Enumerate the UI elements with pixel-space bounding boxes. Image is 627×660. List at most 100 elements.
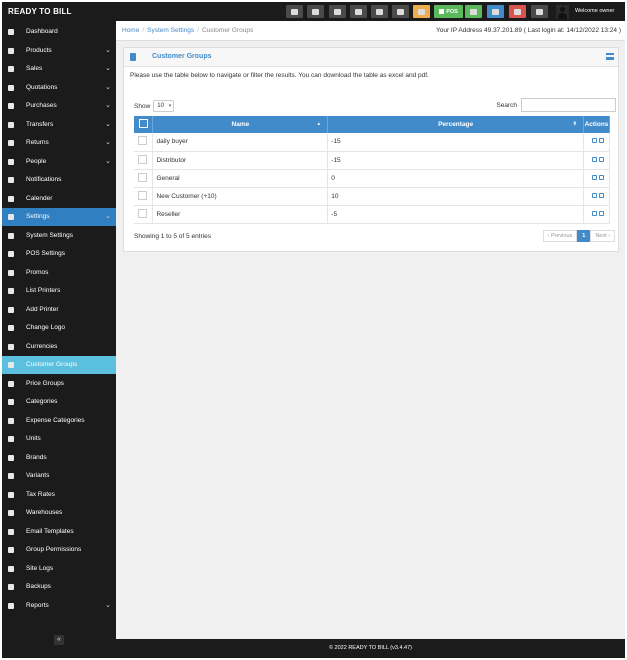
group-name-cell: Reseller bbox=[152, 205, 329, 224]
sidebar-item-system-settings[interactable]: System Settings bbox=[2, 227, 116, 245]
page-size-select[interactable]: 10 ▾ bbox=[153, 100, 175, 112]
sidebar-item-returns[interactable]: Returns ⌄ bbox=[2, 134, 116, 152]
alerts-shortcut[interactable] bbox=[413, 5, 430, 18]
sidebar-item-list-printers[interactable]: List Printers bbox=[2, 282, 116, 300]
sidebar-item-purchases[interactable]: Purchases ⌄ bbox=[2, 97, 116, 115]
language-shortcut[interactable] bbox=[392, 5, 409, 18]
pos-button[interactable]: POS bbox=[434, 5, 463, 18]
sidebar-item-backups[interactable]: Backups bbox=[2, 578, 116, 596]
panel-menu-icon[interactable] bbox=[606, 53, 614, 60]
sidebar-item-transfers[interactable]: Transfers ⌄ bbox=[2, 116, 116, 134]
sidebar-item-pos-settings[interactable]: POS Settings bbox=[2, 245, 116, 263]
sidebar-item-sales[interactable]: Sales ⌄ bbox=[2, 60, 116, 78]
calendar-shortcut[interactable] bbox=[350, 5, 367, 18]
page-title: Customer Groups bbox=[152, 53, 212, 60]
sidebar-item-tax-rates[interactable]: Tax Rates bbox=[2, 486, 116, 504]
sidebar-item-label: Purchases bbox=[26, 102, 57, 109]
brand-logo[interactable]: READY TO BILL bbox=[8, 7, 72, 16]
sidebar-item-calender[interactable]: Calender bbox=[2, 190, 116, 208]
sidebar-item-price-groups[interactable]: Price Groups bbox=[2, 375, 116, 393]
search-input[interactable] bbox=[521, 98, 616, 112]
collapse-sidebar-button[interactable]: « bbox=[54, 635, 64, 645]
sidebar-item-people[interactable]: People ⌄ bbox=[2, 153, 116, 171]
sidebar-item-dashboard[interactable]: Dashboard bbox=[2, 23, 116, 41]
row-checkbox[interactable] bbox=[138, 136, 147, 146]
sidebar-item-warehouses[interactable]: Warehouses bbox=[2, 504, 116, 522]
edit-icon[interactable] bbox=[591, 192, 597, 198]
sidebar-item-products[interactable]: Products ⌄ bbox=[2, 42, 116, 60]
sidebar-item-add-printer[interactable]: Add Printer bbox=[2, 301, 116, 319]
list-shortcut[interactable] bbox=[487, 5, 504, 18]
trash-icon[interactable] bbox=[598, 174, 604, 180]
dashboard-shortcut[interactable] bbox=[286, 5, 303, 18]
settings-shortcut[interactable] bbox=[307, 5, 324, 18]
sidebar-item-email-templates[interactable]: Email Templates bbox=[2, 523, 116, 541]
previous-page-button[interactable]: ‹ Previous bbox=[542, 230, 578, 242]
sidebar-item-change-logo[interactable]: Change Logo bbox=[2, 319, 116, 337]
chevron-down-icon: ⌄ bbox=[105, 102, 111, 109]
sidebar-item-customer-groups[interactable]: Customer Groups bbox=[2, 356, 116, 374]
today-sales-shortcut[interactable] bbox=[465, 5, 482, 18]
system-settings-icon bbox=[8, 232, 14, 239]
percentage-column-header[interactable]: Percentage ⬍ bbox=[327, 116, 584, 133]
row-checkbox[interactable] bbox=[138, 208, 147, 218]
sidebar-item-variants[interactable]: Variants bbox=[2, 467, 116, 485]
calendar-icon bbox=[355, 8, 362, 15]
alerts-icon bbox=[418, 8, 425, 15]
sidebar-item-label: Sales bbox=[26, 65, 43, 72]
sidebar-item-categories[interactable]: Categories bbox=[2, 393, 116, 411]
sidebar-item-group-permissions[interactable]: Group Permissions bbox=[2, 541, 116, 559]
group-percentage-cell: 0 bbox=[327, 169, 584, 188]
sidebar-item-site-logs[interactable]: Site Logs bbox=[2, 560, 116, 578]
edit-icon[interactable] bbox=[591, 138, 597, 144]
edit-icon[interactable] bbox=[591, 156, 597, 162]
group-percentage-cell: -15 bbox=[327, 133, 584, 152]
name-column-header[interactable]: Name ▲ bbox=[152, 116, 329, 133]
row-checkbox[interactable] bbox=[138, 190, 147, 200]
returns-icon bbox=[8, 140, 14, 146]
calender-icon bbox=[8, 195, 14, 202]
sync-shortcut[interactable] bbox=[509, 5, 526, 18]
entries-info: Showing 1 to 5 of 5 entries bbox=[134, 233, 211, 240]
calculator-shortcut[interactable] bbox=[329, 5, 346, 18]
row-checkbox[interactable] bbox=[138, 172, 147, 182]
change-logo-icon bbox=[8, 325, 14, 331]
table-row[interactable]: General 0 bbox=[134, 169, 611, 188]
sidebar-item-expense-categories[interactable]: Expense Categories bbox=[2, 412, 116, 430]
sidebar-item-settings[interactable]: Settings ⌄ bbox=[2, 208, 116, 226]
sidebar-item-brands[interactable]: Brands bbox=[2, 449, 116, 467]
trash-icon[interactable] bbox=[598, 138, 604, 144]
sidebar-item-label: Returns bbox=[26, 139, 49, 146]
sidebar-item-quotations[interactable]: Quotations ⌄ bbox=[2, 79, 116, 97]
breadcrumb: Home / System Settings / Customer Groups bbox=[122, 27, 254, 34]
sidebar-item-promos[interactable]: Promos bbox=[2, 264, 116, 282]
sidebar-item-currencies[interactable]: Currencies bbox=[2, 338, 116, 356]
grid-shortcut[interactable] bbox=[531, 5, 548, 18]
table-row[interactable]: daily buyer -15 bbox=[134, 133, 611, 152]
avatar[interactable] bbox=[556, 5, 569, 19]
trash-icon[interactable] bbox=[598, 192, 604, 198]
sidebar-item-label: Add Printer bbox=[26, 305, 59, 313]
edit-icon[interactable] bbox=[591, 174, 597, 180]
next-page-button[interactable]: Next › bbox=[590, 230, 615, 242]
page-1-button[interactable]: 1 bbox=[577, 230, 591, 242]
edit-icon[interactable] bbox=[591, 210, 597, 216]
table-row[interactable]: New Customer (+10) 10 bbox=[134, 187, 611, 206]
sidebar-item-label: Change Logo bbox=[26, 324, 66, 331]
welcome-text[interactable]: Welcome owner bbox=[575, 8, 614, 14]
select-all-checkbox[interactable] bbox=[138, 119, 148, 128]
price-groups-icon bbox=[8, 380, 14, 387]
sidebar-item-notifications[interactable]: Notifications bbox=[2, 171, 116, 189]
brands-icon bbox=[8, 454, 14, 461]
table-row[interactable]: Distributor -15 bbox=[134, 151, 611, 170]
sidebar-item-reports[interactable]: Reports ⌄ bbox=[2, 597, 116, 615]
trash-icon[interactable] bbox=[598, 156, 604, 162]
notes-shortcut[interactable] bbox=[371, 5, 388, 18]
table-row[interactable]: Reseller -5 bbox=[134, 205, 611, 224]
sidebar-item-label: POS Settings bbox=[26, 250, 66, 257]
trash-icon[interactable] bbox=[598, 210, 604, 216]
row-checkbox[interactable] bbox=[138, 154, 147, 164]
sidebar-item-units[interactable]: Units bbox=[2, 430, 116, 448]
breadcrumb-home[interactable]: Home bbox=[122, 27, 139, 34]
breadcrumb-system-settings[interactable]: System Settings bbox=[147, 27, 194, 34]
